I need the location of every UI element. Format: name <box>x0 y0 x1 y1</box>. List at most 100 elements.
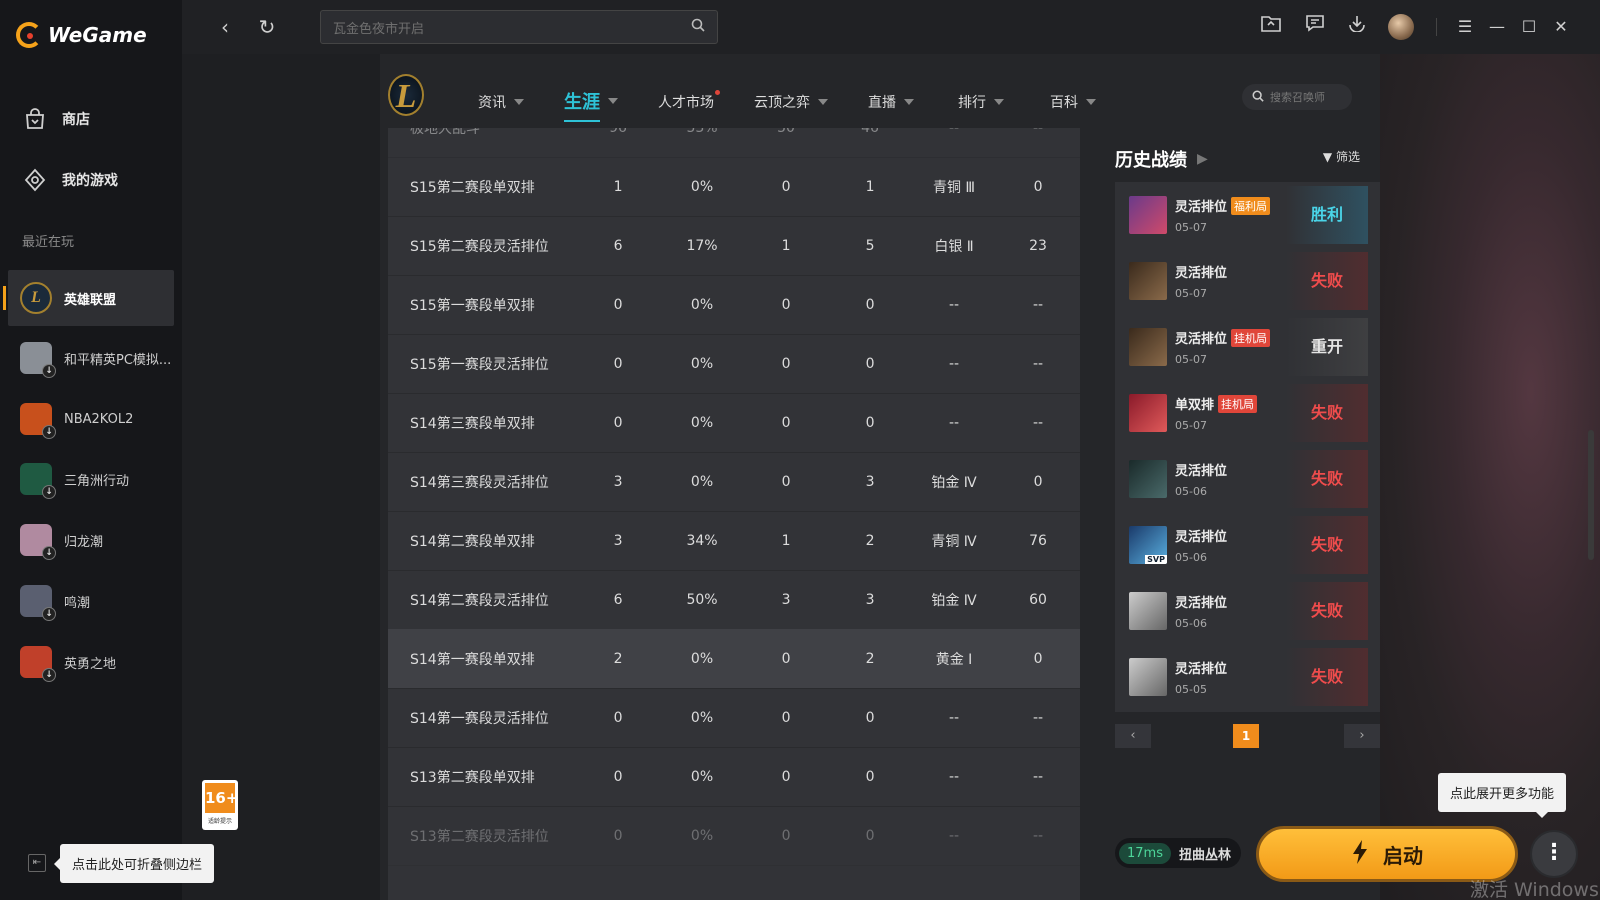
menu-icon[interactable]: ☰ <box>1452 14 1478 40</box>
match-info: 灵活排位 福利局 05-07 <box>1175 196 1271 234</box>
tab-ranking[interactable]: 排行 <box>958 92 1004 112</box>
tab-wiki[interactable]: 百科 <box>1050 92 1096 112</box>
table-row[interactable]: S14第二赛段灵活排位 6 50% 3 3 铂金 Ⅳ 60 <box>388 570 1080 630</box>
table-row[interactable]: S14第一赛段单双排 2 0% 0 2 黄金 Ⅰ 0 <box>388 629 1080 689</box>
minimize-icon[interactable]: — <box>1484 14 1510 40</box>
tab-talent-market-label: 人才市场 <box>658 90 720 112</box>
match-result: 失败 <box>1286 384 1368 442</box>
tab-live[interactable]: 直播 <box>868 92 914 112</box>
champion-avatar <box>1129 460 1167 498</box>
search-icon[interactable] <box>691 18 705 36</box>
game-item[interactable]: ↓ 三角洲行动 <box>8 451 174 507</box>
launch-button[interactable]: 启动 <box>1256 826 1518 882</box>
table-row[interactable]: S15第一赛段单双排 0 0% 0 0 -- -- <box>388 275 1080 335</box>
match-item[interactable]: 单双排 挂机局 05-07 失败 <box>1127 384 1368 442</box>
wegame-logo-icon <box>16 22 42 48</box>
tab-news-label: 资讯 <box>478 95 506 111</box>
match-item[interactable]: 灵活排位 福利局 05-07 胜利 <box>1127 186 1368 244</box>
game-item[interactable]: ↓ NBA2KOL2 <box>8 391 174 447</box>
match-mode-row: 单双排 挂机局 <box>1175 394 1258 413</box>
global-search-input[interactable]: 瓦金色夜市开启 <box>320 10 718 44</box>
lol-logo-icon[interactable]: L <box>388 74 424 116</box>
games-cell: 6 <box>613 237 623 254</box>
match-date: 05-05 <box>1175 683 1207 696</box>
folder-icon[interactable] <box>1258 14 1284 40</box>
user-avatar[interactable] <box>1388 14 1414 40</box>
rank-cell: 铂金 Ⅳ <box>931 474 977 491</box>
game-item[interactable]: L 英雄联盟 <box>3 270 174 326</box>
table-row[interactable]: S15第一赛段灵活排位 0 0% 0 0 -- -- <box>388 334 1080 394</box>
current-page[interactable]: 1 <box>1233 724 1259 748</box>
next-page-button[interactable]: › <box>1344 724 1380 748</box>
tab-talent-market-text: 人才市场 <box>658 95 714 111</box>
match-item[interactable]: 灵活排位 05-06 失败 <box>1127 450 1368 508</box>
game-item[interactable]: ↓ 英勇之地 <box>8 634 174 690</box>
table-row[interactable]: S13第二赛段灵活排位 0 0% 0 0 -- -- <box>388 806 1080 866</box>
mode-cell: S14第三赛段灵活排位 <box>410 474 549 491</box>
page-scrollbar[interactable] <box>1588 430 1594 560</box>
tab-career[interactable]: 生涯 <box>564 88 618 122</box>
server-status[interactable]: 17ms 扭曲丛林 <box>1115 838 1241 868</box>
wegame-logo[interactable]: WeGame <box>16 22 147 48</box>
table-row[interactable]: S14第三赛段单双排 0 0% 0 0 -- -- <box>388 393 1080 453</box>
download-badge-icon: ↓ <box>42 546 56 560</box>
match-date: 05-06 <box>1175 551 1207 564</box>
collapse-sidebar-icon[interactable]: ⇤ <box>28 854 46 872</box>
tab-news[interactable]: 资讯 <box>478 92 524 112</box>
games-cell: 0 <box>613 768 623 785</box>
sidebar: WeGame 商店 我的游戏 最近在玩 L 英雄联盟 ↓ 和平精英PC模拟... ↓ NB… <box>0 0 182 900</box>
close-icon[interactable]: ✕ <box>1548 14 1574 40</box>
game-name: NBA2KOL2 <box>64 411 134 427</box>
match-item[interactable]: SVP 灵活排位 05-06 失败 <box>1127 516 1368 574</box>
shop-bag-icon <box>22 106 48 132</box>
rank-cell: -- <box>948 296 960 313</box>
more-options-icon[interactable]: ⋮ <box>1530 830 1578 878</box>
table-row[interactable]: S14第三赛段灵活排位 3 0% 0 3 铂金 Ⅳ 0 <box>388 452 1080 512</box>
table-row[interactable]: S14第一赛段灵活排位 0 0% 0 0 -- -- <box>388 688 1080 748</box>
tab-tft[interactable]: 云顶之弈 <box>754 92 828 112</box>
game-icon: ↓ <box>20 524 56 560</box>
age-rating: 16+ <box>205 783 238 813</box>
match-mode-row: 灵活排位 <box>1175 658 1227 677</box>
nav-my-games[interactable]: 我的游戏 <box>22 167 118 193</box>
back-icon[interactable]: ‹ <box>212 14 238 40</box>
losses-cell: 1 <box>865 178 875 195</box>
tab-talent-market[interactable]: 人才市场 <box>658 90 720 112</box>
game-name: 和平精英PC模拟... <box>64 352 172 368</box>
match-item[interactable]: 灵活排位 05-06 失败 <box>1127 582 1368 640</box>
match-result: 失败 <box>1286 648 1368 706</box>
table-row[interactable]: 极地大乱斗9653%5046---- <box>388 128 1080 158</box>
mode-cell: S15第二赛段灵活排位 <box>410 238 549 255</box>
match-history-title[interactable]: 历史战绩 ▶ <box>1115 146 1208 172</box>
refresh-icon[interactable]: ↻ <box>254 14 280 40</box>
match-item[interactable]: 灵活排位 挂机局 05-07 重开 <box>1127 318 1368 376</box>
prev-page-button[interactable]: ‹ <box>1115 724 1151 748</box>
chevron-down-icon <box>1086 99 1096 105</box>
filter-button[interactable]: ▼ 筛选 <box>1323 148 1360 165</box>
match-item[interactable]: 灵活排位 05-05 失败 <box>1127 648 1368 706</box>
match-mode-row: 灵活排位 挂机局 <box>1175 328 1271 347</box>
maximize-icon[interactable]: ☐ <box>1516 14 1542 40</box>
table-row[interactable]: S15第二赛段单双排 1 0% 0 1 青铜 Ⅲ 0 <box>388 157 1080 217</box>
wins-cell: 0 <box>781 355 791 372</box>
mode-cell: S14第一赛段灵活排位 <box>410 710 549 727</box>
match-result: 失败 <box>1286 450 1368 508</box>
table-row[interactable]: S15第二赛段灵活排位 6 17% 1 5 白银 Ⅱ 23 <box>388 216 1080 276</box>
game-item[interactable]: ↓ 和平精英PC模拟... <box>8 330 174 386</box>
game-item[interactable]: ↓ 归龙潮 <box>8 512 174 568</box>
nav-shop[interactable]: 商店 <box>22 106 90 132</box>
match-item[interactable]: 灵活排位 05-07 失败 <box>1127 252 1368 310</box>
games-cell: 0 <box>613 414 623 431</box>
download-icon[interactable] <box>1344 14 1370 40</box>
game-icon: ↓ <box>20 646 56 682</box>
winrate-cell: 50% <box>686 591 718 608</box>
summoner-search-input[interactable]: 搜索召唤师 <box>1242 84 1352 110</box>
message-icon[interactable] <box>1302 14 1328 40</box>
table-row[interactable]: S14第二赛段单双排 3 34% 1 2 青铜 Ⅳ 76 <box>388 511 1080 571</box>
match-mode-row: 灵活排位 <box>1175 460 1227 479</box>
filter-label: 筛选 <box>1335 150 1360 164</box>
mode-cell: S14第三赛段单双排 <box>410 415 535 432</box>
table-row[interactable]: S13第二赛段单双排 0 0% 0 0 -- -- <box>388 747 1080 807</box>
tab-live-label: 直播 <box>868 95 896 111</box>
game-item[interactable]: ↓ 鸣潮 <box>8 573 174 629</box>
